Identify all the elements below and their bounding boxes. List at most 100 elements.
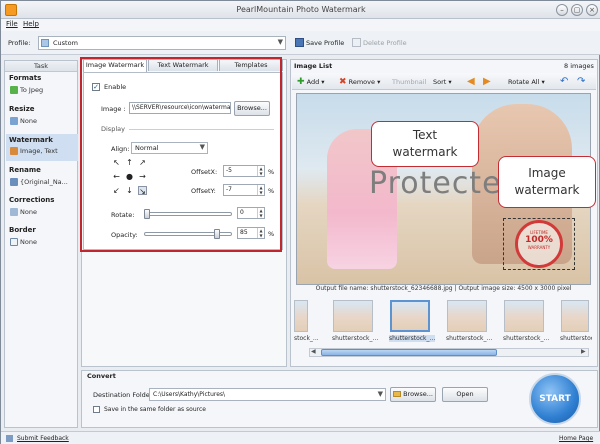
close-button[interactable]: ×: [586, 4, 598, 16]
task-formats[interactable]: Formats To Jpeg: [6, 74, 78, 94]
save-disk-icon: [295, 38, 304, 47]
thumbnail-5[interactable]: [504, 300, 544, 332]
same-folder-label: Save in the same folder as source: [104, 406, 206, 413]
destination-folder-select[interactable]: C:\Users\Kathy\Pictures\ ▼: [149, 388, 386, 401]
chevron-down-icon: ▼: [377, 390, 383, 398]
convert-icon: [10, 86, 18, 94]
move-left-arrow-icon[interactable]: ◀: [467, 76, 475, 88]
task-rename-value: {Original_Na...: [20, 178, 68, 186]
same-folder-checkbox[interactable]: [93, 406, 100, 413]
rename-icon: [10, 178, 18, 186]
remove-icon: ✖: [339, 77, 347, 87]
plus-icon: ✚: [297, 77, 305, 87]
thumbnail-caption-5: shutterstock_...: [503, 335, 550, 342]
thumbnail-button[interactable]: Thumbnail: [392, 76, 426, 88]
thumbnail-caption-4: shutterstock_...: [446, 335, 493, 342]
task-border-title: Border: [9, 226, 36, 234]
feedback-icon: [6, 435, 13, 442]
thumbnail-caption-6: shutterstock_...: [560, 335, 592, 342]
sort-button[interactable]: Sort ▾: [433, 76, 452, 88]
task-border[interactable]: Border None: [6, 226, 78, 246]
thumbnail-6[interactable]: [561, 300, 589, 332]
convert-header: Convert: [87, 372, 116, 380]
task-formats-value: To Jpeg: [20, 86, 44, 94]
add-button[interactable]: ✚ Add ▾: [297, 76, 325, 88]
destination-label: Destination Folder:: [93, 391, 155, 399]
callout-image-line1: Image: [528, 166, 566, 180]
thumbnail-caption-3: shutterstock_...: [389, 335, 436, 342]
stamp-bottom-text: WARRANTY: [527, 245, 551, 250]
menu-bar: File Help: [1, 19, 600, 31]
task-resize-value: None: [20, 117, 37, 125]
task-watermark-value: Image, Text: [20, 147, 58, 155]
rotate-left-icon[interactable]: ↶: [560, 76, 568, 88]
callout-image-line2: watermark: [514, 183, 580, 197]
submit-feedback-link[interactable]: Submit Feedback: [17, 435, 69, 442]
app-window: PearlMountain Photo Watermark – ▢ × File…: [0, 0, 600, 444]
task-corrections[interactable]: Corrections None: [6, 196, 78, 216]
corrections-icon: [10, 208, 18, 216]
text-watermark-callout: Text watermark: [371, 121, 479, 167]
thumbnail-4[interactable]: [447, 300, 487, 332]
image-list-header: Image List: [294, 62, 333, 70]
watermark-icon: [10, 147, 18, 155]
open-folder-button[interactable]: Open: [442, 387, 488, 402]
profile-icon: [41, 39, 49, 47]
window-title: PearlMountain Photo Watermark: [236, 5, 366, 14]
thumbnail-caption-1: stock_...: [294, 335, 319, 342]
remove-button[interactable]: ✖ Remove ▾: [339, 76, 380, 88]
output-info: Output file name: shutterstock_62346688.…: [315, 285, 572, 292]
delete-icon: [352, 38, 361, 47]
scrollbar-thumb[interactable]: [321, 349, 497, 356]
task-rename-title: Rename: [9, 166, 41, 174]
start-button[interactable]: START: [529, 373, 581, 425]
highlight-frame: [80, 57, 282, 252]
task-watermark[interactable]: Watermark Image, Text: [6, 134, 78, 161]
destination-value: C:\Users\Kathy\Pictures\: [153, 391, 226, 398]
chevron-down-icon: ▼: [277, 38, 283, 46]
warranty-stamp: LIFETIME 100% WARRANTY: [515, 220, 563, 268]
callout-text-line1: Text: [412, 128, 438, 142]
task-corrections-title: Corrections: [9, 196, 55, 204]
profile-label: Profile:: [8, 39, 31, 47]
callout-text-line2: watermark: [392, 145, 458, 159]
sort-label: Sort: [433, 78, 447, 86]
menu-file[interactable]: File: [6, 20, 18, 28]
destination-browse-label: Browse...: [403, 390, 433, 398]
thumbnail-3[interactable]: [390, 300, 430, 332]
destination-browse-button[interactable]: Browse...: [390, 387, 436, 402]
delete-profile-button[interactable]: Delete Profile: [363, 39, 407, 47]
menu-help[interactable]: Help: [23, 20, 39, 28]
thumbnail-1[interactable]: [294, 300, 308, 332]
rotate-all-button[interactable]: Rotate All ▾: [508, 76, 545, 88]
thumbnail-caption-2: shutterstock_...: [332, 335, 379, 342]
rotate-right-icon[interactable]: ↷: [577, 76, 585, 88]
image-watermark-callout: Image watermark: [498, 156, 596, 208]
minimize-button[interactable]: –: [556, 4, 568, 16]
task-header: Task: [5, 61, 77, 72]
stamp-mid-text: 100%: [525, 235, 553, 245]
home-page-link[interactable]: Home Page: [559, 435, 593, 442]
move-right-arrow-icon[interactable]: ▶: [483, 76, 491, 88]
task-rename[interactable]: Rename {Original_Na...: [6, 166, 78, 186]
remove-label: Remove: [348, 78, 376, 86]
add-label: Add: [306, 78, 320, 86]
profile-bar: Profile: Custom ▼ Save Profile Delete Pr…: [1, 31, 600, 55]
task-corrections-value: None: [20, 208, 37, 216]
thumbnail-2[interactable]: [333, 300, 373, 332]
restore-button[interactable]: ▢: [571, 4, 583, 16]
task-watermark-title: Watermark: [9, 136, 53, 144]
task-resize-title: Resize: [9, 105, 35, 113]
scroll-left-icon[interactable]: ◀: [311, 348, 316, 355]
image-count: 8 images: [564, 62, 594, 70]
save-profile-button[interactable]: Save Profile: [306, 39, 344, 47]
rotate-all-label: Rotate All: [508, 78, 540, 86]
status-bar: Submit Feedback Home Page: [1, 431, 600, 444]
profile-value: Custom: [53, 39, 78, 47]
task-formats-title: Formats: [9, 74, 42, 82]
task-resize[interactable]: Resize None: [6, 105, 78, 125]
task-border-value: None: [20, 238, 37, 246]
resize-icon: [10, 117, 18, 125]
profile-select[interactable]: Custom ▼: [38, 36, 286, 50]
scroll-right-icon[interactable]: ▶: [581, 348, 586, 355]
